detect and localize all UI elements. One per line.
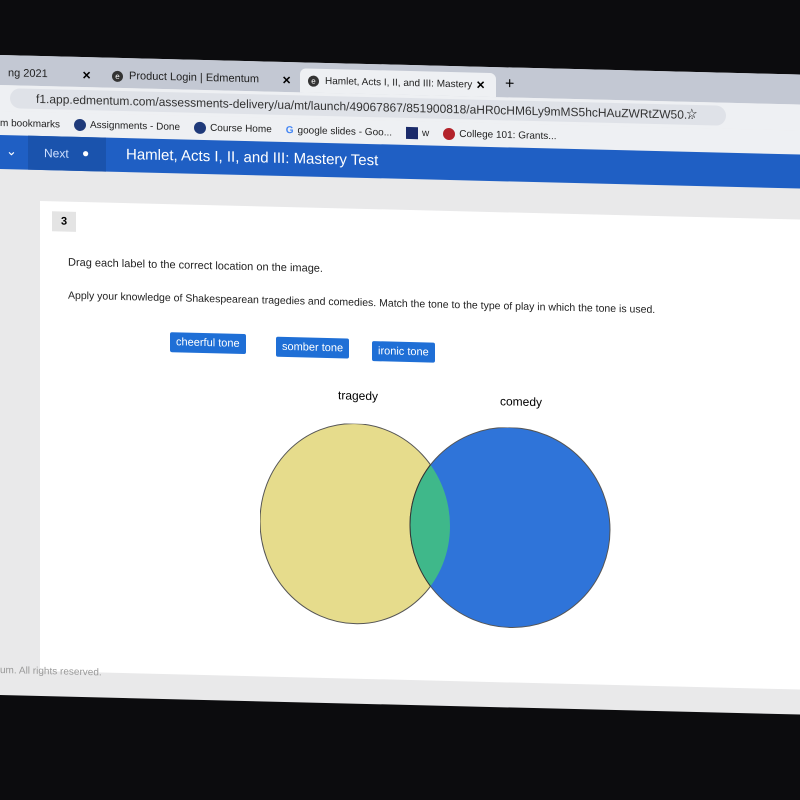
venn-label-tragedy: tragedy <box>338 388 379 404</box>
close-tab-icon[interactable]: ✕ <box>82 69 91 82</box>
bookmark-icon <box>406 126 419 140</box>
tab-label: ng 2021 <box>8 67 48 81</box>
edmentum-icon: e <box>112 70 123 83</box>
bookmark[interactable]: College 101: Grants... <box>443 127 557 143</box>
bookmark[interactable]: w <box>406 126 430 140</box>
question-number: 3 <box>52 211 76 232</box>
close-tab-icon[interactable]: ✕ <box>476 79 485 92</box>
bookmark[interactable]: Assignments - Done <box>74 118 181 134</box>
bookmark-label: Assignments - Done <box>90 119 181 134</box>
tab-label: Hamlet, Acts I, II, and III: Mastery <box>325 75 473 91</box>
google-icon: G <box>285 124 294 136</box>
next-arrow-icon: ● <box>82 146 90 161</box>
venn-label-comedy: comedy <box>500 394 543 410</box>
venn-diagram <box>260 423 611 628</box>
edmentum-icon: e <box>308 75 319 87</box>
bookmark-label: google slides - Goo... <box>297 124 393 139</box>
bookmark-label: Course Home <box>210 122 272 136</box>
star-icon[interactable]: ☆ <box>686 106 698 122</box>
prompt: Apply your knowledge of Shakespearean tr… <box>68 289 656 317</box>
instruction: Drag each label to the correct location … <box>68 256 323 275</box>
question-panel: 3 Drag each label to the correct locatio… <box>40 200 800 690</box>
new-tab-button[interactable]: + <box>505 75 514 93</box>
close-tab-icon[interactable]: ✕ <box>282 74 291 87</box>
chevron-down-icon[interactable]: ⌄ <box>6 143 17 159</box>
bookmark-label: w <box>422 127 430 140</box>
bookmark-label: College 101: Grants... <box>459 128 557 143</box>
drag-label-somber-tone[interactable]: somber tone <box>276 336 350 359</box>
next-button[interactable]: Next ● <box>28 135 106 172</box>
bookmark-icon <box>194 121 207 135</box>
bookmark[interactable]: Course Home <box>194 121 272 136</box>
drag-label-cheerful-tone[interactable]: cheerful tone <box>170 332 246 355</box>
bookmark-icon <box>74 118 87 132</box>
drag-label-ironic-tone[interactable]: ironic tone <box>372 341 435 363</box>
tab-label: Product Login | Edmentum <box>129 70 260 86</box>
tab[interactable]: ng 2021 <box>0 61 56 86</box>
bookmarks-label[interactable]: m bookmarks <box>0 118 60 130</box>
page-title: Hamlet, Acts I, II, and III: Mastery Tes… <box>126 146 379 170</box>
footer-copyright: um. All rights reserved. <box>0 665 102 679</box>
next-label: Next <box>44 146 69 161</box>
screen: ng 2021 ✕ e Product Login | Edmentum ✕ eH… <box>0 55 800 715</box>
bookmark[interactable]: Ggoogle slides - Goo... <box>286 124 392 138</box>
bookmark-icon <box>443 127 456 141</box>
